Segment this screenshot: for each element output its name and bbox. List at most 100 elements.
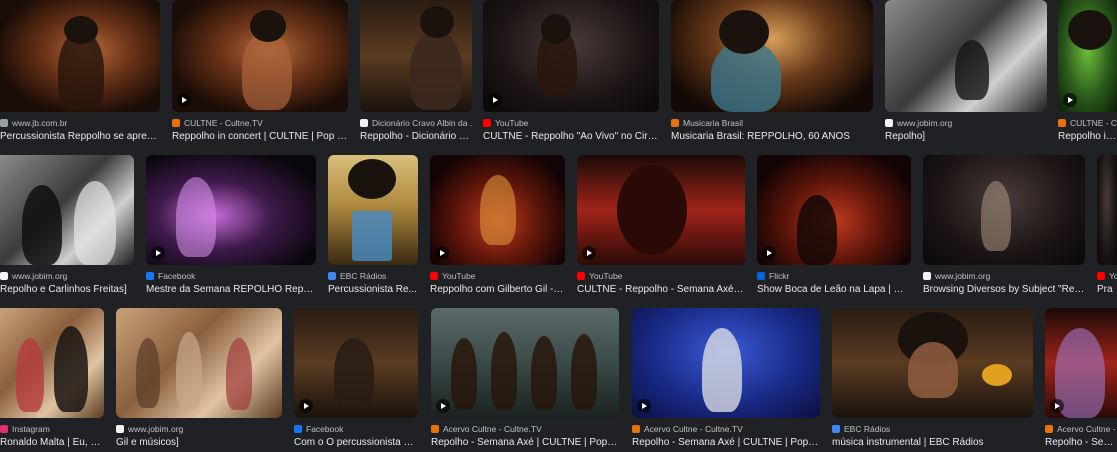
result-source: EBC Rádios [340, 271, 387, 281]
source-favicon-icon [923, 272, 931, 280]
result-source: www.jobim.org [12, 271, 68, 281]
result-title[interactable]: CULTNE - Reppolho - Semana Axé - Y... [577, 284, 745, 295]
result-title[interactable]: Browsing Diversos by Subject "Repol... [923, 284, 1085, 295]
result-card[interactable]: YouTube CULTNE - Reppolho - Semana Axé -… [577, 155, 745, 295]
result-thumbnail[interactable] [328, 155, 418, 265]
source-favicon-icon [1058, 119, 1066, 127]
result-title[interactable]: Reppolho in co [1058, 131, 1117, 142]
video-play-icon [582, 246, 596, 260]
result-card[interactable]: YouTube Reppolho com Gilberto Gil - to..… [430, 155, 565, 295]
result-thumbnail[interactable] [0, 308, 104, 418]
result-card[interactable]: www.jobim.org Repolho] [885, 0, 1047, 142]
result-card[interactable]: YouTube CULTNE - Reppolho "Ao Vivo" no C… [483, 0, 659, 142]
result-title[interactable]: Reppolho in concert | CULTNE | Pop & ... [172, 131, 348, 142]
result-card[interactable]: CULTNE - Cultne.TV Reppolho in concert |… [172, 0, 348, 142]
result-card[interactable]: www.jobim.org Browsing Diversos by Subje… [923, 155, 1085, 295]
result-thumbnail[interactable] [1097, 155, 1117, 265]
video-play-icon [1063, 93, 1077, 107]
source-favicon-icon [1097, 272, 1105, 280]
video-play-icon [151, 246, 165, 260]
image-results-grid: www.jb.com.br Percussionista Reppolho se… [0, 0, 1117, 452]
result-title[interactable]: Repolho - Semana Axé | CULTNE | Pop & M.… [632, 437, 820, 448]
result-title[interactable]: Com o O percussionista Re... [294, 437, 418, 448]
result-source: Facebook [158, 271, 196, 281]
result-source: Instagram [12, 424, 50, 434]
result-title[interactable]: Percussionista Re... [328, 284, 418, 295]
video-play-icon [299, 399, 313, 413]
result-card[interactable]: Facebook Com o O percussionista Re... [294, 308, 418, 448]
result-card[interactable]: Instagram Ronaldo Malta | Eu, R... [0, 308, 104, 448]
result-card[interactable]: Acervo Cultne - Cultne.TV Repolho - Sema… [632, 308, 820, 448]
result-title[interactable]: Reppolho - Dicionário C... [360, 131, 472, 142]
result-title[interactable]: Repolho] [885, 131, 1047, 142]
source-favicon-icon [172, 119, 180, 127]
result-thumbnail[interactable] [294, 308, 418, 418]
result-card[interactable]: CULTNE - C Reppolho in co [1058, 0, 1117, 142]
video-play-icon [435, 246, 449, 260]
source-favicon-icon [431, 425, 439, 433]
result-thumbnail[interactable] [360, 0, 472, 112]
result-title[interactable]: Show Boca de Leão na Lapa | O G... [757, 284, 911, 295]
result-card[interactable]: Dicionário Cravo Albin da ... Reppolho -… [360, 0, 472, 142]
source-favicon-icon [0, 272, 8, 280]
source-favicon-icon [757, 272, 765, 280]
video-play-icon [436, 399, 450, 413]
result-card[interactable]: www.jobim.org Repolho e Carlinhos Freita… [0, 155, 134, 295]
result-card[interactable]: Acervo Cultne - C Repolho - Semana [1045, 308, 1117, 448]
source-favicon-icon [1045, 425, 1053, 433]
result-thumbnail[interactable] [430, 155, 565, 265]
result-card[interactable]: Acervo Cultne - Cultne.TV Repolho - Sema… [431, 308, 619, 448]
result-source: YouTube [442, 271, 476, 281]
result-thumbnail[interactable] [885, 0, 1047, 112]
result-card[interactable]: EBC Rádios Percussionista Re... [328, 155, 418, 295]
result-source: CULTNE - C [1070, 118, 1117, 128]
result-title[interactable]: Ronaldo Malta | Eu, R... [0, 437, 104, 448]
result-source: Musicaria Brasil [683, 118, 743, 128]
result-thumbnail[interactable] [483, 0, 659, 112]
result-thumbnail[interactable] [577, 155, 745, 265]
result-source: CULTNE - Cultne.TV [184, 118, 263, 128]
source-favicon-icon [360, 119, 368, 127]
result-thumbnail[interactable] [116, 308, 282, 418]
result-title[interactable]: Mestre da Semana REPOLHO Reppol... [146, 284, 316, 295]
result-title[interactable]: Repolho - Semana [1045, 437, 1117, 448]
result-title[interactable]: Repolho e Carlinhos Freitas] [0, 284, 134, 295]
result-thumbnail[interactable] [757, 155, 911, 265]
result-thumbnail[interactable] [1058, 0, 1117, 112]
source-favicon-icon [328, 272, 336, 280]
result-card[interactable]: Facebook Mestre da Semana REPOLHO Reppol… [146, 155, 316, 295]
result-thumbnail[interactable] [172, 0, 348, 112]
result-source: www.jb.com.br [12, 118, 68, 128]
source-favicon-icon [116, 425, 124, 433]
result-card[interactable]: EBC Rádios música instrumental | EBC Rád… [832, 308, 1033, 448]
result-title[interactable]: Musicaria Brasil: REPPOLHO, 60 ANOS [671, 131, 873, 142]
result-thumbnail[interactable] [923, 155, 1085, 265]
result-thumbnail[interactable] [146, 155, 316, 265]
result-title[interactable]: Gil e músicos] [116, 437, 282, 448]
video-play-icon [488, 93, 502, 107]
result-thumbnail[interactable] [0, 0, 160, 112]
result-title[interactable]: Pra [1097, 284, 1117, 295]
result-title[interactable]: Repolho - Semana Axé | CULTNE | Pop & M.… [431, 437, 619, 448]
result-title[interactable]: Reppolho com Gilberto Gil - to... [430, 284, 565, 295]
result-card[interactable]: www.jb.com.br Percussionista Reppolho se… [0, 0, 160, 142]
result-source: EBC Rádios [844, 424, 891, 434]
result-thumbnail[interactable] [1045, 308, 1117, 418]
result-card[interactable]: Yo Pra [1097, 155, 1117, 295]
source-favicon-icon [832, 425, 840, 433]
result-thumbnail[interactable] [0, 155, 134, 265]
result-card[interactable]: www.jobim.org Gil e músicos] [116, 308, 282, 448]
result-title[interactable]: música instrumental | EBC Rádios [832, 437, 1033, 448]
result-card[interactable]: Flickr Show Boca de Leão na Lapa | O G..… [757, 155, 911, 295]
result-source: www.jobim.org [935, 271, 991, 281]
result-card[interactable]: Musicaria Brasil Musicaria Brasil: REPPO… [671, 0, 873, 142]
result-title[interactable]: CULTNE - Reppolho "Ao Vivo" no Circo ... [483, 131, 659, 142]
result-thumbnail[interactable] [431, 308, 619, 418]
result-source: Acervo Cultne - Cultne.TV [443, 424, 542, 434]
result-source: YouTube [589, 271, 623, 281]
result-title[interactable]: Percussionista Reppolho se apresen... [0, 131, 160, 142]
video-play-icon [762, 246, 776, 260]
result-thumbnail[interactable] [832, 308, 1033, 418]
result-thumbnail[interactable] [671, 0, 873, 112]
result-thumbnail[interactable] [632, 308, 820, 418]
